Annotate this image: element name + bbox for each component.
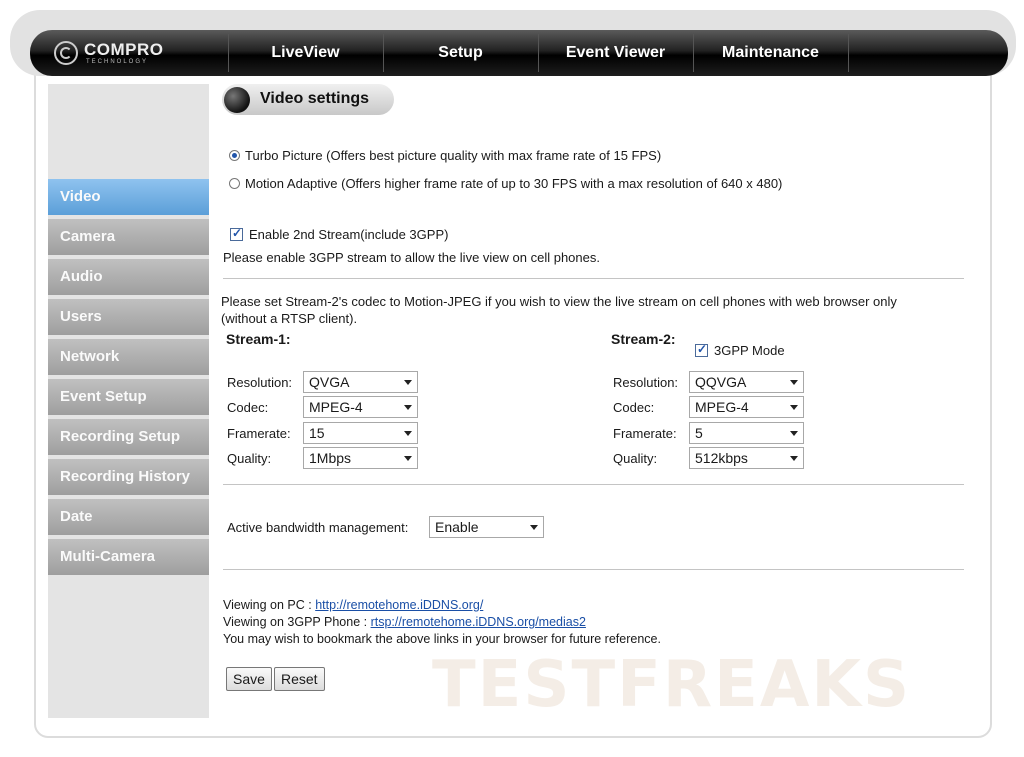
stream2-codec-select[interactable]: MPEG-4 (689, 396, 804, 418)
sidebar-item-users[interactable]: Users (48, 299, 209, 335)
pc-url-link[interactable]: http://remotehome.iDDNS.org/ (315, 598, 483, 612)
bandwidth-value: Enable (435, 519, 479, 535)
codec-note-line2: (without a RTSP client). (221, 311, 358, 326)
stream2-framerate-select[interactable]: 5 (689, 422, 804, 444)
stream2-codec-value: MPEG-4 (695, 399, 749, 415)
phone-link-label: Viewing on 3GPP Phone : (223, 615, 371, 629)
codec-note-line1: Please set Stream-2's codec to Motion-JP… (221, 294, 897, 309)
nav-event-viewer[interactable]: Event Viewer (538, 30, 693, 76)
stream2-quality-select[interactable]: 512kbps (689, 447, 804, 469)
sidebar-item-video[interactable]: Video (48, 179, 209, 215)
turbo-picture-option[interactable]: Turbo Picture (Offers best picture quali… (229, 148, 661, 163)
stream1-quality-label: Quality: (227, 451, 272, 466)
motion-adaptive-radio[interactable] (229, 178, 240, 189)
stream1-codec-value: MPEG-4 (309, 399, 363, 415)
stream2-framerate-label: Framerate: (613, 426, 677, 441)
turbo-picture-label: Turbo Picture (Offers best picture quali… (245, 148, 662, 163)
stream1-resolution-select[interactable]: QVGA (303, 371, 418, 393)
chevron-down-icon (404, 380, 412, 385)
stream2-framerate-value: 5 (695, 425, 703, 441)
sidebar-item-network[interactable]: Network (48, 339, 209, 375)
phone-url-link[interactable]: rtsp://remotehome.iDDNS.org/medias2 (371, 615, 586, 629)
nav-setup[interactable]: Setup (383, 30, 538, 76)
stream1-quality-select[interactable]: 1Mbps (303, 447, 418, 469)
second-stream-label: Enable 2nd Stream(include 3GPP) (249, 227, 449, 242)
second-stream-option[interactable]: Enable 2nd Stream(include 3GPP) (230, 226, 449, 242)
bookmark-note: You may wish to bookmark the above links… (223, 632, 661, 646)
stream2-3gpp-label: 3GPP Mode (714, 343, 785, 358)
phone-link-row: Viewing on 3GPP Phone : rtsp://remotehom… (223, 615, 586, 629)
divider (223, 569, 964, 570)
sidebar-item-camera[interactable]: Camera (48, 219, 209, 255)
sidebar-item-multi-camera[interactable]: Multi-Camera (48, 539, 209, 575)
stream2-quality-value: 512kbps (695, 450, 748, 466)
bandwidth-label: Active bandwidth management: (227, 520, 409, 535)
nav-liveview[interactable]: LiveView (228, 30, 383, 76)
nav-maintenance[interactable]: Maintenance (693, 30, 848, 76)
stream1-framerate-label: Framerate: (227, 426, 291, 441)
title-bullet-icon (224, 87, 250, 113)
turbo-picture-radio[interactable] (229, 150, 240, 161)
chevron-down-icon (404, 405, 412, 410)
second-stream-hint: Please enable 3GPP stream to allow the l… (223, 250, 600, 265)
nav-wrapper: COMPRO TECHNOLOGY LiveView Setup Event V… (10, 10, 1016, 76)
nav-separator (848, 34, 849, 72)
chevron-down-icon (404, 431, 412, 436)
chevron-down-icon (404, 456, 412, 461)
stream1-codec-label: Codec: (227, 400, 269, 415)
save-button[interactable]: Save (226, 667, 272, 691)
logo-circle-icon (54, 41, 78, 65)
logo-subtext: TECHNOLOGY (86, 59, 149, 65)
stream1-codec-select[interactable]: MPEG-4 (303, 396, 418, 418)
stream2-3gpp-option[interactable]: 3GPP Mode (695, 342, 785, 358)
divider (223, 278, 964, 279)
stream2-resolution-value: QQVGA (695, 374, 747, 390)
second-stream-checkbox[interactable] (230, 226, 243, 241)
stream1-resolution-label: Resolution: (227, 375, 293, 390)
divider (223, 484, 964, 485)
stream1-quality-value: 1Mbps (309, 450, 352, 466)
chevron-down-icon (790, 380, 798, 385)
stream1-resolution-value: QVGA (309, 374, 350, 390)
section-title-pill: Video settings (222, 84, 394, 115)
pc-link-label: Viewing on PC : (223, 598, 316, 612)
chevron-down-icon (790, 405, 798, 410)
pc-link-row: Viewing on PC : http://remotehome.iDDNS.… (223, 598, 483, 612)
sidebar-item-recording-history[interactable]: Recording History (48, 459, 209, 495)
motion-adaptive-option[interactable]: Motion Adaptive (Offers higher frame rat… (229, 176, 782, 191)
stream1-framerate-value: 15 (309, 425, 325, 441)
stream1-heading: Stream-1: (226, 331, 291, 347)
sidebar-item-date[interactable]: Date (48, 499, 209, 535)
chevron-down-icon (790, 431, 798, 436)
sidebar-item-recording-setup[interactable]: Recording Setup (48, 419, 209, 455)
sidebar-item-event-setup[interactable]: Event Setup (48, 379, 209, 415)
top-nav-bar: COMPRO TECHNOLOGY LiveView Setup Event V… (30, 30, 1008, 76)
stream2-codec-label: Codec: (613, 400, 655, 415)
stream2-resolution-label: Resolution: (613, 375, 679, 390)
bandwidth-select[interactable]: Enable (429, 516, 544, 538)
chevron-down-icon (530, 525, 538, 530)
stream2-heading: Stream-2: (611, 331, 676, 347)
reset-button[interactable]: Reset (274, 667, 325, 691)
stream2-3gpp-checkbox[interactable] (695, 342, 708, 357)
stream1-framerate-select[interactable]: 15 (303, 422, 418, 444)
chevron-down-icon (790, 456, 798, 461)
sidebar-item-audio[interactable]: Audio (48, 259, 209, 295)
stream2-resolution-select[interactable]: QQVGA (689, 371, 804, 393)
stream2-quality-label: Quality: (613, 451, 658, 466)
sidebar: Video Camera Audio Users Network Event S… (48, 84, 209, 718)
compro-logo: COMPRO TECHNOLOGY (54, 39, 234, 69)
logo-text: COMPRO (84, 40, 164, 59)
testfreaks-watermark: TESTFREAKS (432, 648, 912, 722)
page-title: Video settings (260, 90, 370, 107)
motion-adaptive-label: Motion Adaptive (Offers higher frame rat… (245, 176, 783, 191)
